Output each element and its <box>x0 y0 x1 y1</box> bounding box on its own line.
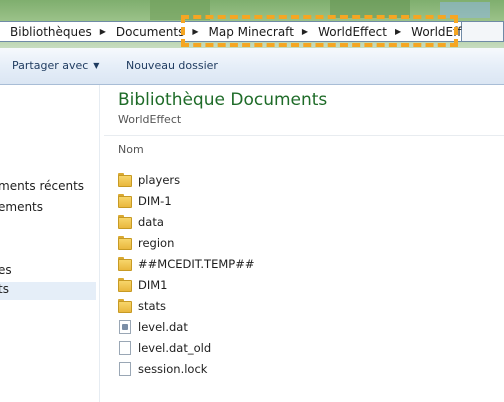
file-row[interactable]: stats <box>118 296 418 316</box>
nav-item-recent[interactable]: ments récents <box>0 179 96 193</box>
data-file-icon <box>118 320 132 334</box>
library-title: Bibliothèque Documents <box>118 90 328 110</box>
folder-icon <box>118 299 132 313</box>
blank-file-icon <box>118 362 132 376</box>
folder-icon <box>118 236 132 250</box>
background-texture <box>440 2 490 18</box>
folder-icon <box>118 194 132 208</box>
file-name: level.dat_old <box>138 341 212 355</box>
breadcrumb-item[interactable]: WorldEffect ▶ <box>308 25 401 39</box>
navigation-pane: ments récents ements es ts <box>0 85 100 402</box>
header-divider <box>104 135 504 136</box>
file-name: data <box>138 215 164 229</box>
file-row[interactable]: ##MCEDIT.TEMP## <box>118 254 418 274</box>
breadcrumb-label[interactable]: Map Minecraft <box>208 25 293 39</box>
breadcrumb-item[interactable]: Documents ▶ <box>106 25 199 39</box>
breadcrumb-item[interactable]: Map Minecraft ▶ <box>198 25 308 39</box>
file-row[interactable]: DIM-1 <box>118 191 418 211</box>
address-bar[interactable]: Bibliothèques ▶ Documents ▶ Map Minecraf… <box>0 21 494 42</box>
folder-icon <box>118 257 132 271</box>
blank-file-icon <box>118 341 132 355</box>
file-row[interactable]: level.dat <box>118 317 418 337</box>
folder-icon <box>118 215 132 229</box>
file-row[interactable]: region <box>118 233 418 253</box>
file-row[interactable]: level.dat_old <box>118 338 418 358</box>
file-row[interactable]: DIM1 <box>118 275 418 295</box>
nav-item-libraries[interactable]: es <box>0 263 96 277</box>
file-name: players <box>138 173 181 187</box>
nav-item-documents-selected[interactable]: ts <box>0 282 96 300</box>
library-subtitle: WorldEffect <box>118 113 182 126</box>
file-row[interactable]: data <box>118 212 418 232</box>
breadcrumb-label[interactable]: Bibliothèques <box>10 25 92 39</box>
share-with-label: Partager avec <box>12 59 89 72</box>
column-header-name[interactable]: Nom <box>118 143 144 156</box>
new-folder-button[interactable]: Nouveau dossier <box>126 59 218 72</box>
file-name: DIM1 <box>138 278 168 292</box>
nav-item-downloads[interactable]: ements <box>0 200 96 214</box>
file-row[interactable]: session.lock <box>118 359 418 379</box>
file-name: session.lock <box>138 362 208 376</box>
background-texture <box>330 0 410 18</box>
folder-icon <box>118 278 132 292</box>
breadcrumb-label[interactable]: Documents <box>116 25 184 39</box>
file-name: DIM-1 <box>138 194 172 208</box>
file-name: level.dat <box>138 320 188 334</box>
folder-icon <box>118 173 132 187</box>
breadcrumb-item[interactable]: Bibliothèques ▶ <box>0 25 106 39</box>
file-name: region <box>138 236 175 250</box>
background-texture <box>150 0 210 20</box>
file-row[interactable]: players <box>118 170 418 190</box>
chevron-down-icon: ▼ <box>93 61 100 70</box>
share-with-button[interactable]: Partager avec ▼ <box>12 59 99 72</box>
breadcrumb-label[interactable]: WorldEffect <box>318 25 387 39</box>
file-name: ##MCEDIT.TEMP## <box>138 257 255 271</box>
file-name: stats <box>138 299 167 313</box>
command-toolbar: Partager avec ▼ Nouveau dossier <box>0 48 504 85</box>
address-dropdown-button[interactable] <box>462 21 504 42</box>
